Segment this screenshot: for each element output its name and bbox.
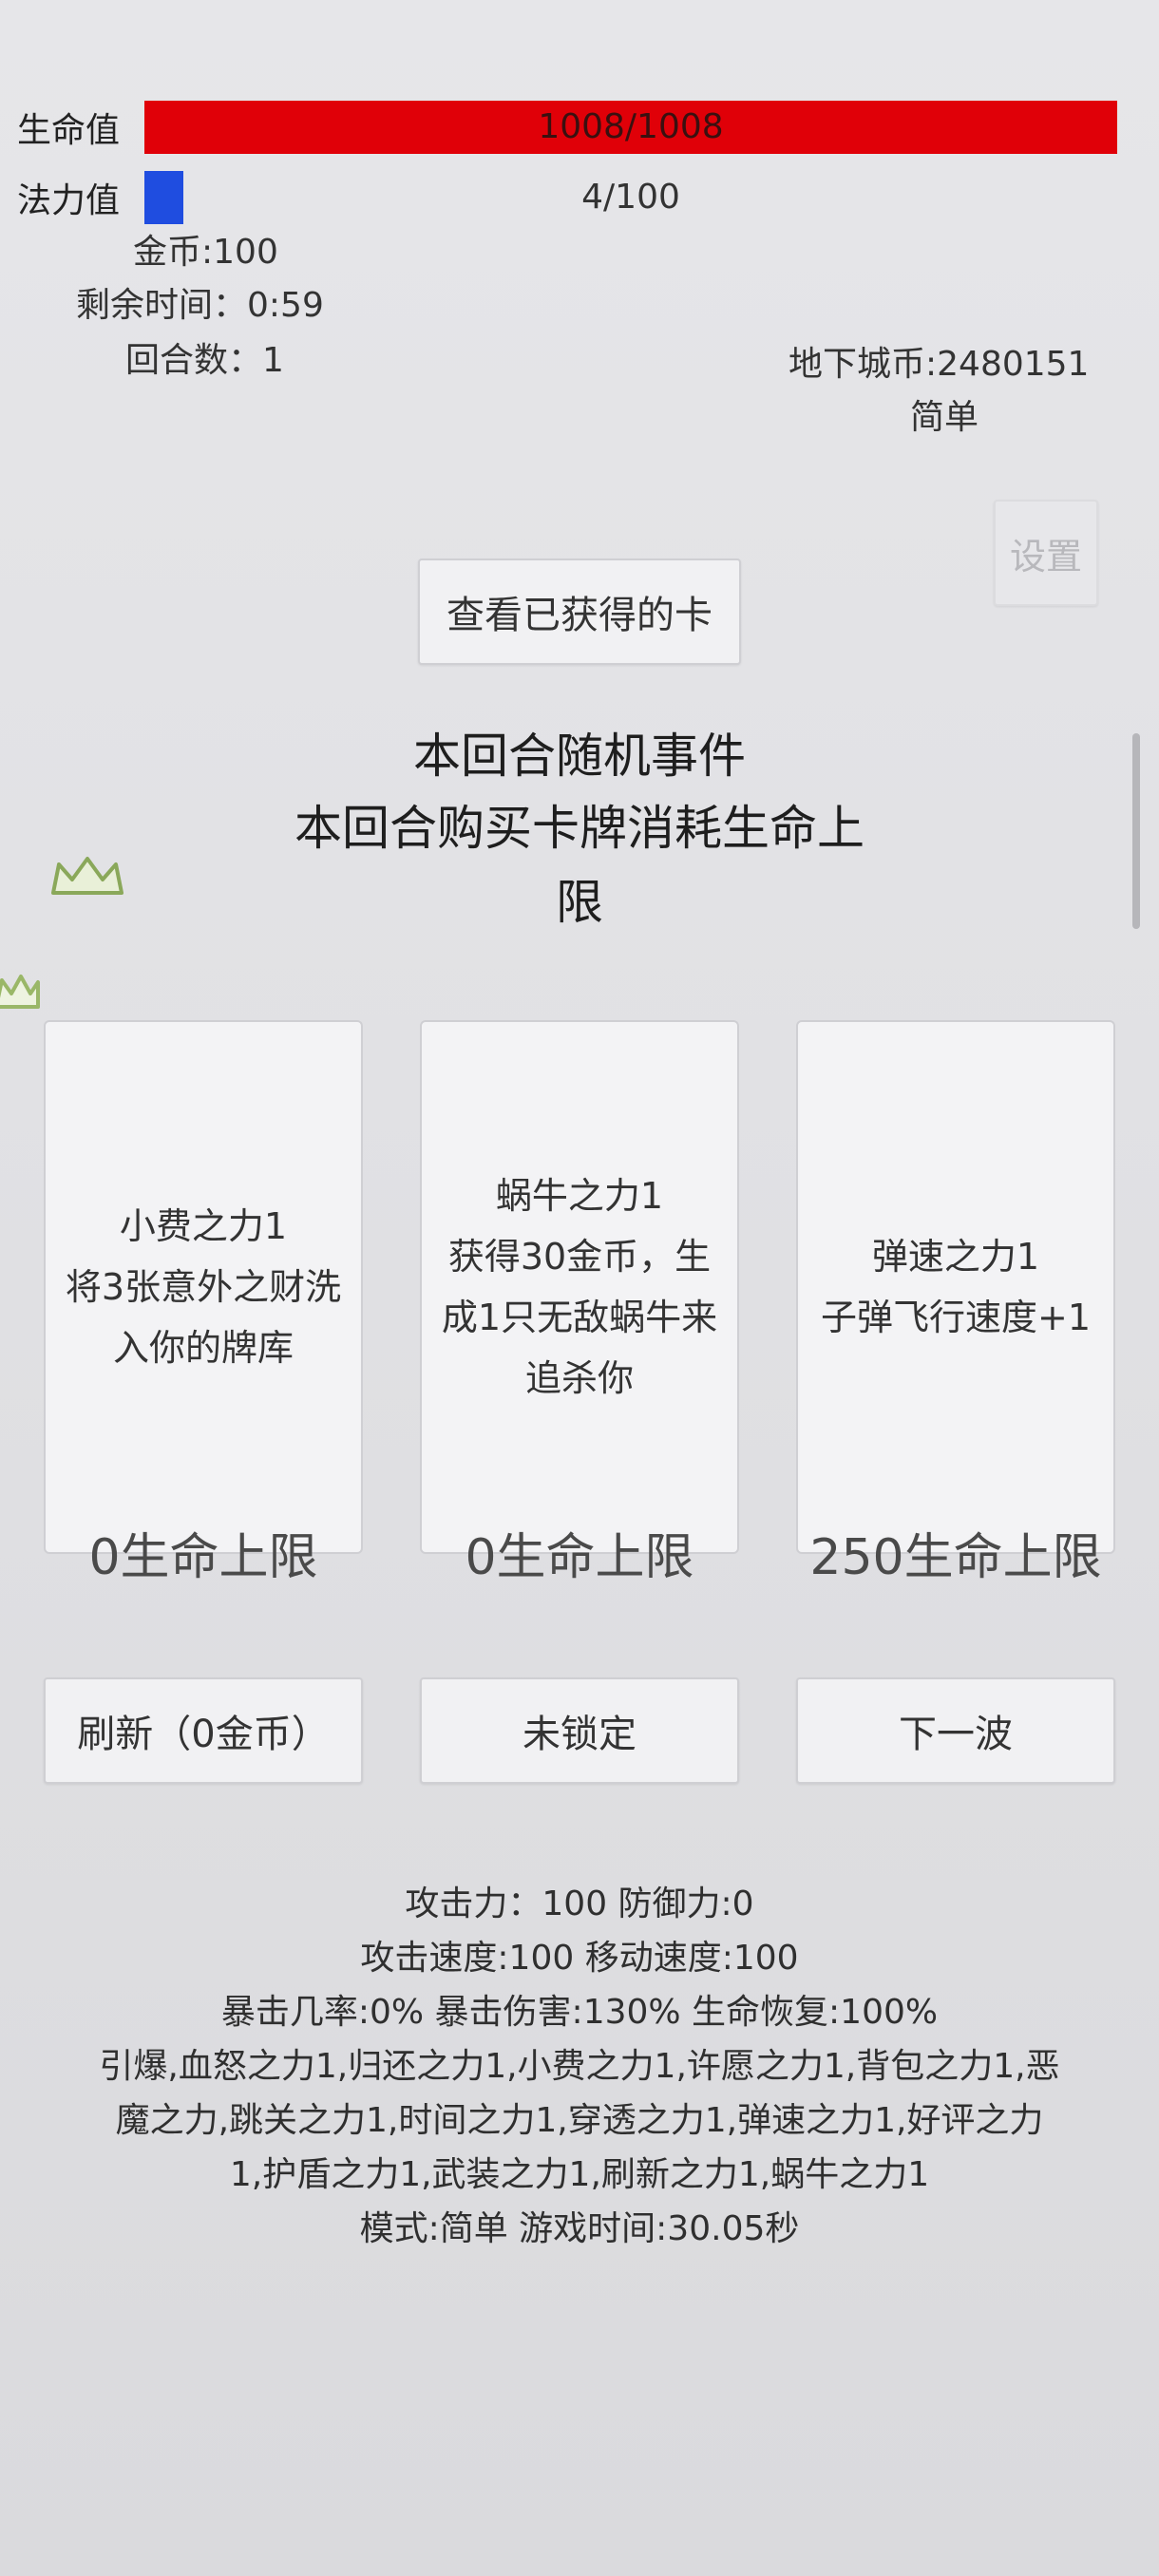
card-shop-slot-3[interactable]: 弹速之力1 子弹飞行速度+1 bbox=[796, 1020, 1115, 1554]
event-description-line2: 限 bbox=[556, 875, 603, 930]
settings-button[interactable]: 设置 bbox=[994, 500, 1098, 606]
card-description: 蜗牛之力1 获得30金币，生 成1只无敌蜗牛来 追杀你 bbox=[441, 1175, 718, 1399]
owned-cards-line3: 1,护盾之力1,武装之力1,刷新之力1,蜗牛之力1 bbox=[229, 2155, 930, 2194]
hp-value: 1008/1008 bbox=[538, 107, 724, 146]
card-description: 弹速之力1 子弹飞行速度+1 bbox=[820, 1236, 1092, 1338]
lock-toggle-button[interactable]: 未锁定 bbox=[420, 1677, 739, 1784]
card-description: 小费之力1 将3张意外之财洗 入你的牌库 bbox=[65, 1205, 342, 1369]
gold-counter: 金币:100 bbox=[133, 233, 278, 272]
difficulty-label: 简单 bbox=[910, 398, 979, 437]
card-shop-slot-2[interactable]: 蜗牛之力1 获得30金币，生 成1只无敌蜗牛来 追杀你 bbox=[420, 1020, 739, 1554]
hp-label: 生命值 bbox=[17, 111, 121, 150]
event-title: 本回合随机事件 bbox=[413, 729, 746, 784]
crown-icon bbox=[0, 975, 40, 1009]
card-cost: 0生命上限 bbox=[88, 1529, 318, 1586]
card-cost: 0生命上限 bbox=[465, 1529, 694, 1586]
refresh-button[interactable]: 刷新（0金币） bbox=[44, 1677, 363, 1784]
scrollbar[interactable] bbox=[1132, 733, 1140, 929]
next-wave-button[interactable]: 下一波 bbox=[796, 1677, 1115, 1784]
mp-value: 4/100 bbox=[581, 178, 680, 217]
round-counter: 回合数：1 bbox=[125, 341, 284, 380]
owned-cards-line1: 引爆,血怒之力1,归还之力1,小费之力1,许愿之力1,背包之力1,恶 bbox=[99, 2047, 1060, 2086]
stats-crit-regen: 暴击几率:0% 暴击伤害:130% 生命恢复:100% bbox=[220, 1993, 939, 2032]
mp-label: 法力值 bbox=[17, 181, 121, 220]
stats-speed: 攻击速度:100 移动速度:100 bbox=[360, 1939, 799, 1978]
stats-attack-defense: 攻击力：100 防御力:0 bbox=[405, 1885, 754, 1923]
mode-and-game-time: 模式:简单 游戏时间:30.05秒 bbox=[359, 2209, 800, 2248]
event-description-line1: 本回合购买卡牌消耗生命上 bbox=[294, 801, 864, 856]
dungeon-coins: 地下城币:2480151 bbox=[788, 345, 1090, 384]
card-cost: 250生命上限 bbox=[809, 1529, 1102, 1586]
time-left: 剩余时间：0:59 bbox=[76, 286, 324, 325]
card-shop-slot-1[interactable]: 小费之力1 将3张意外之财洗 入你的牌库 bbox=[44, 1020, 363, 1554]
view-acquired-cards-button[interactable]: 查看已获得的卡 bbox=[418, 559, 741, 665]
crown-icon bbox=[51, 857, 124, 895]
owned-cards-line2: 魔之力,跳关之力1,时间之力1,穿透之力1,弹速之力1,好评之力 bbox=[115, 2101, 1044, 2140]
